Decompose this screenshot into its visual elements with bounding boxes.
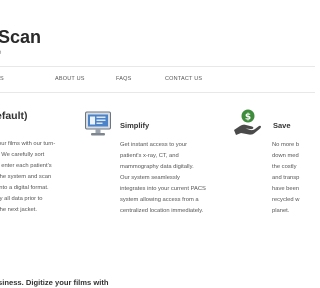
text-line: recycled w [272,197,300,203]
text-line: No more b [272,142,300,148]
text-line: system allowing access from a [120,197,199,203]
text-line: mammography data digitally. [120,164,194,170]
text-line: . We carefully sort [0,152,45,158]
site-title[interactable]: Scan [0,27,41,48]
text-line: into a digital format. [0,185,49,191]
nav-item-faqs[interactable]: FAQS [116,76,131,82]
text-line: integrates into your current PACS [120,186,206,192]
page-heading: efault) [0,110,28,122]
column-simplify-title: Simplify [120,121,150,130]
column-save-text: No more b down med the costly and transp… [272,140,299,217]
main-navigation: S ABOUT US FAQS CONTACT US [0,66,315,93]
column-scan-text: our films with our turn- . We carefully … [0,139,55,216]
nav-item-about-us[interactable]: ABOUT US [55,76,85,82]
text-line: centralized location immediately. [120,208,204,214]
text-line: have been [272,186,300,192]
column-save-title: Save [273,121,291,130]
column-simplify-text: Get instant access to your patient's x-r… [120,140,206,217]
nav-item-contact-us[interactable]: CONTACT US [165,76,202,82]
text-line: the costly [272,164,297,170]
text-line: our films with our turn- [0,141,56,147]
text-line: patient's x-ray, CT, and [120,153,179,159]
section-heading: siness. Digitize your films with [0,278,109,287]
text-line: down med [272,153,299,159]
text-line: planet. [272,208,290,214]
text-line: fy all data prior to [0,196,43,202]
text-line: , enter each patient's [0,163,52,169]
text-line: the next jacket. [0,207,37,213]
text-line: the system and scan [0,174,52,180]
site-tagline: e [0,50,1,56]
nav-item-services[interactable]: S [0,76,4,82]
hand-holding-money-icon: $ [232,108,262,143]
text-line: Get instant access to your [120,142,188,148]
computer-monitor-icon [84,110,112,143]
text-line: Our system seamlessly [120,175,180,181]
text-line: and transp [272,175,300,181]
svg-text:$: $ [245,113,251,123]
